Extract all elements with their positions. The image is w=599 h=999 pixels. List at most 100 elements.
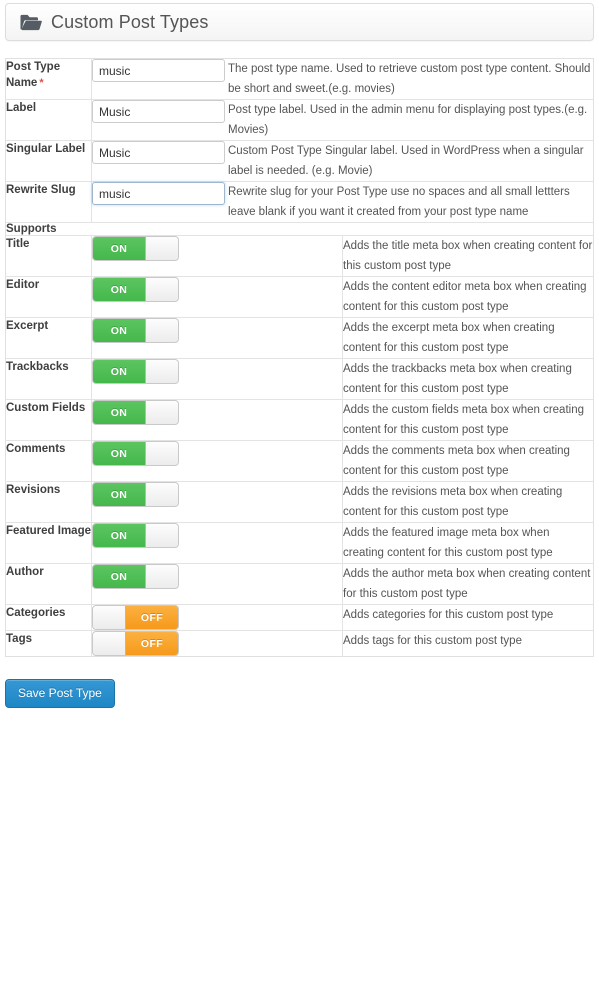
supports-description-cell: Adds categories for this custom post typ… [342, 604, 594, 631]
toggle-title[interactable]: ON [92, 236, 179, 261]
folder-open-icon [20, 14, 42, 30]
supports-heading: Supports [5, 222, 594, 236]
supports-toggle-cell: ON [91, 235, 343, 277]
field-body-cell: Custom Post Type Singular label. Used in… [91, 140, 594, 182]
field-label: Rewrite Slug [6, 184, 76, 196]
supports-description-cell: Adds tags for this custom post type [342, 630, 594, 657]
supports-label: Featured Image [6, 525, 91, 537]
supports-toggle-cell: ON [91, 358, 343, 400]
toggle-categories[interactable]: OFF [92, 605, 179, 630]
toggle-comments[interactable]: ON [92, 441, 179, 466]
supports-label-cell: Revisions [5, 481, 92, 523]
supports-label-cell: Categories [5, 604, 92, 631]
supports-toggle-cell: ON [91, 317, 343, 359]
supports-label: Comments [6, 443, 66, 455]
supports-toggle-cell: ON [91, 399, 343, 441]
form-field-row: Singular Label Custom Post Type Singular … [5, 140, 594, 182]
supports-description-cell: Adds the featured image meta box when cr… [342, 522, 594, 564]
supports-row: Custom Fields ON Adds the custom fields me… [5, 399, 594, 441]
supports-label: Author [6, 566, 44, 578]
supports-description-cell: Adds the title meta box when creating co… [342, 235, 594, 277]
toggle-state-label: OFF [125, 632, 178, 655]
toggle-trackbacks[interactable]: ON [92, 359, 179, 384]
supports-row: Featured Image ON Adds the featured image … [5, 522, 594, 564]
field-body-cell: Post type label. Used in the admin menu … [91, 99, 594, 141]
save-post-type-button[interactable]: Save Post Type [5, 679, 115, 708]
supports-row: Comments ON Adds the comments meta box whe… [5, 440, 594, 482]
page-title: Custom Post Types [51, 12, 209, 32]
supports-label: Excerpt [6, 320, 49, 332]
supports-description-cell: Adds the excerpt meta box when creating … [342, 317, 594, 359]
toggle-state-label: ON [93, 360, 146, 383]
toggle-state-label: ON [93, 483, 146, 506]
field-input-label[interactable] [92, 100, 225, 123]
supports-toggle-cell: ON [91, 481, 343, 523]
field-label-cell: Singular Label [5, 140, 92, 182]
supports-row: Tags OFF Adds tags for this custom post ty… [5, 630, 594, 657]
toggle-state-label: ON [93, 401, 146, 424]
supports-row: Title ON Adds the title meta box when crea… [5, 235, 594, 277]
toggle-state-label: OFF [125, 606, 178, 629]
field-label-cell: Rewrite Slug [5, 181, 92, 223]
supports-description-cell: Adds the content editor meta box when cr… [342, 276, 594, 318]
supports-description-cell: Adds the author meta box when creating c… [342, 563, 594, 605]
toggle-state-label: ON [93, 319, 146, 342]
supports-toggle-cell: OFF [91, 604, 343, 631]
toggle-excerpt[interactable]: ON [92, 318, 179, 343]
page-header: Custom Post Types [5, 3, 594, 41]
supports-toggle-cell: OFF [91, 630, 343, 657]
field-input-singular-label[interactable] [92, 141, 225, 164]
supports-toggle-cell: ON [91, 440, 343, 482]
toggle-revisions[interactable]: ON [92, 482, 179, 507]
field-label-cell: Post Type Name * [5, 58, 92, 100]
toggle-state-label: ON [93, 237, 146, 260]
toggle-state-label: ON [93, 524, 146, 547]
supports-description-cell: Adds the comments meta box when creating… [342, 440, 594, 482]
field-label: Singular Label [6, 143, 86, 155]
supports-label-cell: Excerpt [5, 317, 92, 359]
supports-row: Revisions ON Adds the revisions meta box w… [5, 481, 594, 523]
field-label: Post Type Name [6, 61, 61, 89]
toggle-author[interactable]: ON [92, 564, 179, 589]
supports-label: Tags [6, 633, 32, 645]
supports-row: Editor ON Adds the content editor meta box… [5, 276, 594, 318]
custom-post-type-form: Post Type Name*The post type name. Used … [5, 58, 594, 657]
supports-label: Categories [6, 607, 66, 619]
supports-toggle-cell: ON [91, 276, 343, 318]
toggle-state-label: ON [93, 565, 146, 588]
field-label: Label [6, 102, 37, 114]
toggle-featured-image[interactable]: ON [92, 523, 179, 548]
supports-label-cell: Tags [5, 630, 92, 657]
supports-label: Title [6, 238, 30, 250]
field-input-rewrite-slug[interactable] [92, 182, 225, 205]
supports-description-cell: Adds the revisions meta box when creatin… [342, 481, 594, 523]
supports-row: Excerpt ON Adds the excerpt meta box when … [5, 317, 594, 359]
supports-label-cell: Author [5, 563, 92, 605]
supports-label-cell: Editor [5, 276, 92, 318]
supports-row: Author ON Adds the author meta box when cr… [5, 563, 594, 605]
form-field-row: Post Type Name*The post type name. Used … [5, 58, 594, 100]
supports-row: Trackbacks ON Adds the trackbacks meta box… [5, 358, 594, 400]
supports-toggle-cell: ON [91, 522, 343, 564]
field-body-cell: The post type name. Used to retrieve cus… [92, 59, 594, 100]
required-marker: * [39, 77, 44, 89]
supports-label: Trackbacks [6, 361, 69, 373]
toggle-state-label: ON [93, 278, 146, 301]
supports-row: Categories OFF Adds categories for this cu… [5, 604, 594, 631]
supports-description-cell: Adds the custom fields meta box when cre… [342, 399, 594, 441]
supports-toggle-cell: ON [91, 563, 343, 605]
supports-section-row: Supports [5, 222, 594, 236]
form-field-row: Rewrite Slug Rewrite slug for your Post T… [5, 181, 594, 223]
supports-label: Revisions [6, 484, 61, 496]
supports-label-cell: Custom Fields [5, 399, 92, 441]
supports-label: Editor [6, 279, 40, 291]
supports-description-cell: Adds the trackbacks meta box when creati… [342, 358, 594, 400]
toggle-editor[interactable]: ON [92, 277, 179, 302]
supports-label-cell: Title [5, 235, 92, 277]
toggle-tags[interactable]: OFF [92, 631, 179, 656]
supports-label: Custom Fields [6, 402, 86, 414]
supports-label-cell: Trackbacks [5, 358, 92, 400]
supports-label-cell: Featured Image [5, 522, 92, 564]
field-input-post-type-name[interactable] [92, 59, 225, 82]
toggle-custom-fields[interactable]: ON [92, 400, 179, 425]
